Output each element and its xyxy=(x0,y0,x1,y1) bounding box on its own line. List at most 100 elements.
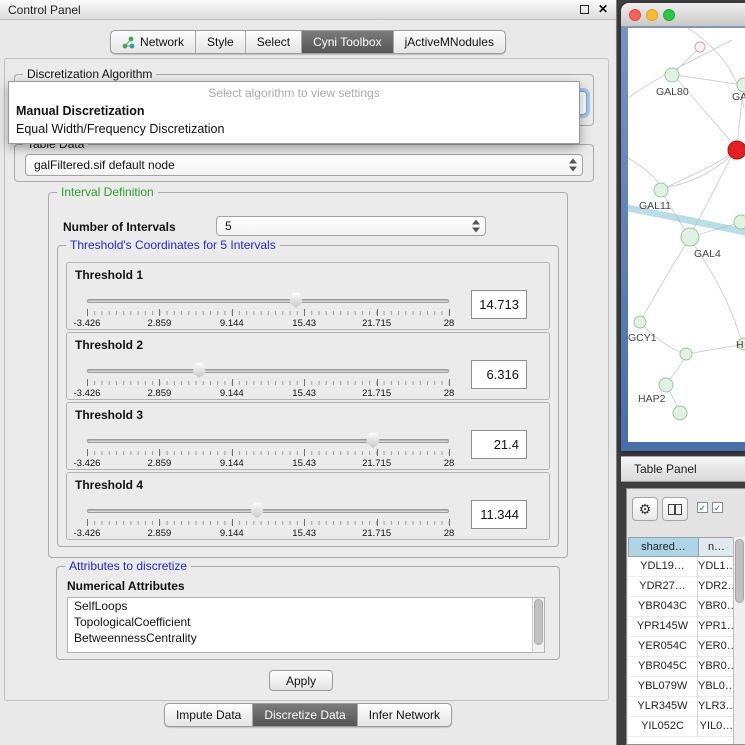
tab-discretize-data[interactable]: Discretize Data xyxy=(252,704,356,726)
attribute-list-item[interactable]: BetweennessCentrality xyxy=(68,630,544,646)
threshold-value-field[interactable]: 14.713 xyxy=(471,290,527,319)
tick-label: 28 xyxy=(444,318,455,329)
show-columns-button[interactable] xyxy=(662,497,688,521)
slider-track xyxy=(87,369,449,373)
network-node[interactable] xyxy=(695,42,705,52)
table-settings-button[interactable]: ⚙ xyxy=(632,497,658,521)
network-canvas[interactable]: GAL80GA…GAL11GAL4GCY1H…HAP2 xyxy=(628,28,745,442)
tab-style[interactable]: Style xyxy=(195,31,245,53)
slider-thumb[interactable] xyxy=(289,292,302,308)
scrollbar-thumb[interactable] xyxy=(534,599,543,645)
tick-mark xyxy=(159,449,160,456)
network-edge[interactable] xyxy=(661,150,737,189)
attribute-list-item[interactable]: SelfLoops xyxy=(68,598,544,614)
column-header-name[interactable]: n… xyxy=(698,537,735,557)
table-data-combobox[interactable]: galFiltered.sif default node xyxy=(25,154,583,176)
float-window-icon[interactable] xyxy=(580,5,589,14)
network-node-gcy1[interactable] xyxy=(634,316,646,328)
table-row[interactable]: YBR043CYBR0… xyxy=(628,597,735,617)
tick-mark xyxy=(232,309,233,316)
window-title: Control Panel xyxy=(8,3,81,17)
stepper-arrows-icon xyxy=(568,159,577,172)
table-row[interactable]: YDR27…YDR2… xyxy=(628,577,735,597)
network-edge[interactable] xyxy=(674,47,700,73)
table-row[interactable]: YER054CYER0… xyxy=(628,637,735,657)
cell-shared-name: YBR045C xyxy=(628,657,698,677)
threshold-slider[interactable] xyxy=(87,293,449,309)
number-of-intervals-combobox[interactable]: 5 xyxy=(216,216,486,236)
tick-mark xyxy=(87,519,88,526)
network-node[interactable] xyxy=(734,215,745,229)
select-column-checkbox-icon[interactable]: ✓ xyxy=(712,502,723,513)
threshold-slider[interactable] xyxy=(87,363,449,379)
table-scrollbar[interactable] xyxy=(733,537,745,744)
threshold-value-field[interactable]: 21.4 xyxy=(471,430,527,459)
cell-name: YBL0… xyxy=(698,677,735,697)
network-edge[interactable] xyxy=(686,345,740,354)
attributes-list[interactable]: SelfLoopsTopologicalCoefficientBetweenne… xyxy=(67,597,545,653)
tick-label: 21.715 xyxy=(362,528,391,539)
table-row[interactable]: YBR045CYBR0… xyxy=(628,657,735,677)
tab-impute-data[interactable]: Impute Data xyxy=(165,704,252,726)
tab-cyni-toolbox[interactable]: Cyni Toolbox xyxy=(301,31,392,53)
tab-infer-network[interactable]: Infer Network xyxy=(357,704,451,726)
tick-mark xyxy=(304,379,305,386)
table-data-value: galFiltered.sif default node xyxy=(34,158,175,172)
tick-mark xyxy=(304,449,305,456)
network-graph[interactable]: GAL80GA…GAL11GAL4GCY1H…HAP2 xyxy=(628,28,745,442)
algorithm-option-manual-discretization[interactable]: Manual Discretization xyxy=(9,102,579,120)
slider-track xyxy=(87,439,449,443)
threshold-slider[interactable] xyxy=(87,503,449,519)
threshold-value-field[interactable]: 11.344 xyxy=(471,500,527,529)
network-edge[interactable] xyxy=(628,158,661,188)
network-node-gal80[interactable] xyxy=(665,68,679,82)
cell-shared-name: YDR27… xyxy=(628,577,698,597)
apply-button[interactable]: Apply xyxy=(269,670,333,691)
scrollbar-thumb[interactable] xyxy=(735,539,744,603)
list-scrollbar[interactable] xyxy=(532,598,544,652)
network-node[interactable] xyxy=(728,141,745,159)
tick-label: 21.715 xyxy=(362,458,391,469)
number-of-intervals-value: 5 xyxy=(225,219,232,233)
window-buttons: ✕ xyxy=(580,4,608,15)
tick-label: 9.144 xyxy=(220,528,244,539)
network-node-gal4[interactable] xyxy=(681,228,699,246)
tick-mark xyxy=(304,519,305,526)
select-all-checkbox-icon[interactable]: ✓ xyxy=(697,502,708,513)
table-row[interactable]: YBL079WYBL0… xyxy=(628,677,735,697)
slider-thumb[interactable] xyxy=(193,362,206,378)
network-node[interactable] xyxy=(673,406,687,420)
table-row[interactable]: YPR145WYPR1… xyxy=(628,617,735,637)
tab-select[interactable]: Select xyxy=(245,31,301,53)
network-node-hap2[interactable] xyxy=(659,378,673,392)
threshold-value-field[interactable]: 6.316 xyxy=(471,360,527,389)
network-edge[interactable] xyxy=(640,244,686,322)
mac-minimize-button[interactable] xyxy=(646,9,658,21)
algorithm-option-equal-width-frequency-discretization[interactable]: Equal Width/Frequency Discretization xyxy=(9,120,579,138)
network-node[interactable] xyxy=(680,348,692,360)
column-header-shared-name[interactable]: shared… xyxy=(628,537,699,557)
close-window-icon[interactable]: ✕ xyxy=(598,4,608,15)
threshold-slider[interactable] xyxy=(87,433,449,449)
attribute-list-item[interactable]: TopologicalCoefficient xyxy=(68,614,544,630)
network-edge[interactable] xyxy=(661,154,731,190)
network-node-gal11[interactable] xyxy=(654,183,668,197)
network-edge[interactable] xyxy=(674,75,742,85)
table-row[interactable]: YDL19…YDL1… xyxy=(628,557,735,577)
table-row[interactable]: YLR345WYLR3… xyxy=(628,697,735,717)
tab-network[interactable]: Network xyxy=(111,31,195,53)
tick-mark xyxy=(304,309,305,316)
threshold-label: Threshold 4 xyxy=(75,478,143,492)
mac-close-button[interactable] xyxy=(629,9,641,21)
desktop: Control Panel ✕ NetworkStyleSelectCyni T… xyxy=(0,0,745,745)
tick-label: 28 xyxy=(444,528,455,539)
table-row[interactable]: YIL052CYIL0… xyxy=(628,717,735,737)
slider-track xyxy=(87,509,449,513)
tab-jactivemnodules[interactable]: jActiveMNodules xyxy=(393,31,505,53)
tick-label: 2.859 xyxy=(148,458,172,469)
slider-thumb[interactable] xyxy=(251,502,264,518)
mac-zoom-button[interactable] xyxy=(663,9,675,21)
tick-label: 9.144 xyxy=(220,388,244,399)
slider-thumb[interactable] xyxy=(366,432,379,448)
network-node-ga[interactable] xyxy=(737,78,745,92)
